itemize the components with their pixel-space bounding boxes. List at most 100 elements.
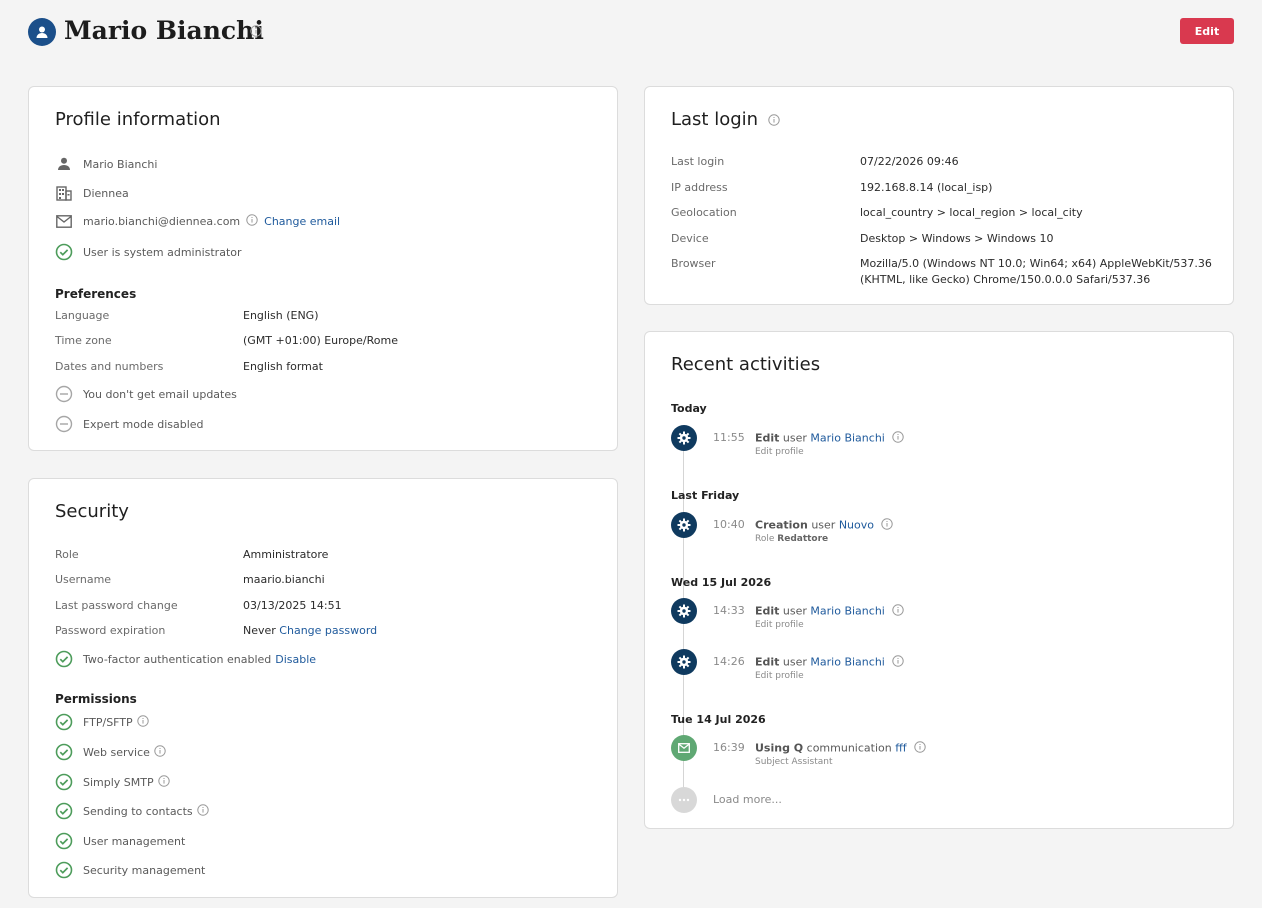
security-value: maario.bianchi [243, 573, 325, 586]
edit-button[interactable]: Edit [1180, 18, 1234, 44]
activity-object: user [782, 655, 807, 669]
gear-icon [671, 425, 697, 451]
info-icon[interactable] [154, 744, 166, 760]
check-circle-icon [55, 743, 73, 761]
activity-summary: Using Q communication fff [755, 741, 926, 756]
activity-detail: Edit profile [755, 671, 804, 681]
check-circle-icon [55, 773, 73, 791]
info-icon[interactable] [768, 110, 780, 131]
profile-name: Mario Bianchi [83, 157, 158, 171]
pref-dates-row: Dates and numbers English format [55, 360, 601, 378]
check-circle-icon [55, 650, 73, 668]
activity-target-link[interactable]: Mario Bianchi [810, 432, 884, 445]
login-value: 07/22/2026 09:46 [860, 155, 959, 168]
activity-detail: Edit profile [755, 447, 804, 457]
activity-date-heading: Today [671, 402, 707, 415]
profile-email: mario.bianchi@diennea.com [83, 214, 241, 228]
permission-label: Security management [83, 863, 206, 877]
recent-activities-card: Recent activities Today 11:55 Edit user … [644, 331, 1234, 829]
info-icon[interactable] [196, 803, 209, 819]
pref-label: Dates and numbers [55, 360, 164, 373]
info-icon[interactable] [892, 655, 905, 670]
info-icon[interactable] [914, 741, 926, 756]
security-lastpwd-row: Last password change 03/13/2025 14:51 [55, 599, 601, 617]
activity-object: communication [806, 741, 892, 755]
load-more-row: Load more... [671, 787, 1217, 821]
expert-mode-row: Expert mode disabled [55, 414, 597, 434]
activity-detail-text: Edit profile [755, 447, 804, 457]
info-icon[interactable] [157, 774, 170, 790]
check-circle-icon [55, 713, 73, 731]
activity-detail-text: Edit profile [755, 671, 804, 681]
profile-company: Diennea [83, 186, 129, 200]
activity-action: Edit [755, 604, 780, 618]
profile-name-row: Mario Bianchi [55, 154, 597, 174]
activity-date-heading: Wed 15 Jul 2026 [671, 576, 772, 589]
two-factor-row: Two-factor authentication enabled Disabl… [55, 649, 597, 669]
pref-value: English (ENG) [243, 309, 319, 322]
login-value: Desktop > Windows > Windows 10 [860, 232, 1054, 245]
page-title: Mario Bianchi [64, 16, 264, 45]
activity-time: 16:39 [713, 741, 745, 754]
change-email-link[interactable]: Change email [264, 215, 340, 228]
login-label: Geolocation [671, 206, 737, 219]
info-icon[interactable] [250, 25, 262, 40]
security-label: Last password change [55, 599, 178, 612]
recent-activities-title: Recent activities [671, 354, 821, 375]
last-login-card: Last login Last login 07/22/2026 09:46 I… [644, 86, 1234, 305]
permissions-heading: Permissions [55, 692, 137, 706]
activity-item: 14:26 Edit user Mario Bianchi Edit profi… [671, 649, 1217, 683]
permission-label: FTP/SFTP [83, 715, 133, 729]
login-row: Last login 07/22/2026 09:46 [671, 155, 1217, 173]
last-login-title: Last login [671, 109, 780, 131]
activity-target-link[interactable]: Nuovo [839, 519, 874, 532]
activity-detail: Subject Assistant [755, 757, 833, 767]
login-row: Geolocation local_country > local_region… [671, 206, 1217, 224]
mail-icon [671, 735, 697, 761]
security-card-title: Security [55, 501, 129, 522]
activity-summary: Edit user Mario Bianchi [755, 431, 905, 446]
activity-item: 11:55 Edit user Mario Bianchi Edit profi… [671, 425, 1217, 459]
activity-detail-text: Edit profile [755, 620, 804, 630]
info-icon[interactable] [136, 714, 149, 730]
email-updates-status: You don't get email updates [83, 387, 237, 401]
pref-label: Language [55, 309, 110, 322]
activity-detail-bold: Redattore [777, 534, 829, 544]
activity-time: 11:55 [713, 431, 745, 444]
activity-detail-text: Subject Assistant [755, 757, 833, 767]
profile-card-title: Profile information [55, 109, 221, 130]
security-value: Never Change password [243, 624, 377, 637]
activity-object: user [782, 431, 807, 445]
info-icon[interactable] [892, 604, 905, 619]
info-icon[interactable] [881, 518, 894, 533]
activity-target-link[interactable]: fff [895, 742, 906, 755]
permission-label: Web service [83, 745, 150, 759]
profile-email-row: mario.bianchi@diennea.com Change email [55, 211, 597, 231]
permission-item: User management [55, 831, 597, 851]
activity-object: user [811, 518, 836, 532]
info-icon[interactable] [246, 213, 258, 229]
disable-2fa-link[interactable]: Disable [275, 653, 316, 666]
security-label: Role [55, 548, 79, 561]
info-icon[interactable] [892, 431, 905, 446]
permission-item: FTP/SFTP [55, 712, 597, 732]
activity-target-link[interactable]: Mario Bianchi [810, 605, 884, 618]
expert-mode-status: Expert mode disabled [83, 417, 204, 431]
permission-label: Simply SMTP [83, 775, 154, 789]
activity-detail: Edit profile [755, 620, 804, 630]
activity-target-link[interactable]: Mario Bianchi [810, 656, 884, 669]
change-password-link[interactable]: Change password [279, 624, 377, 637]
preferences-heading: Preferences [55, 287, 137, 301]
login-label: Browser [671, 257, 716, 270]
security-label: Password expiration [55, 624, 166, 637]
activity-action: Creation [755, 518, 808, 532]
activity-time: 10:40 [713, 518, 745, 531]
profile-company-row: Diennea [55, 183, 597, 203]
mail-icon [55, 212, 73, 230]
security-card: Security Role Amministratore Username ma… [28, 478, 618, 898]
activity-date-heading: Last Friday [671, 489, 740, 502]
login-value: (KHTML, like Gecko) Chrome/150.0.0.0 Saf… [860, 273, 1151, 286]
minus-circle-icon [55, 415, 73, 433]
load-more-link[interactable]: Load more... [713, 793, 782, 806]
activity-time: 14:26 [713, 655, 745, 668]
